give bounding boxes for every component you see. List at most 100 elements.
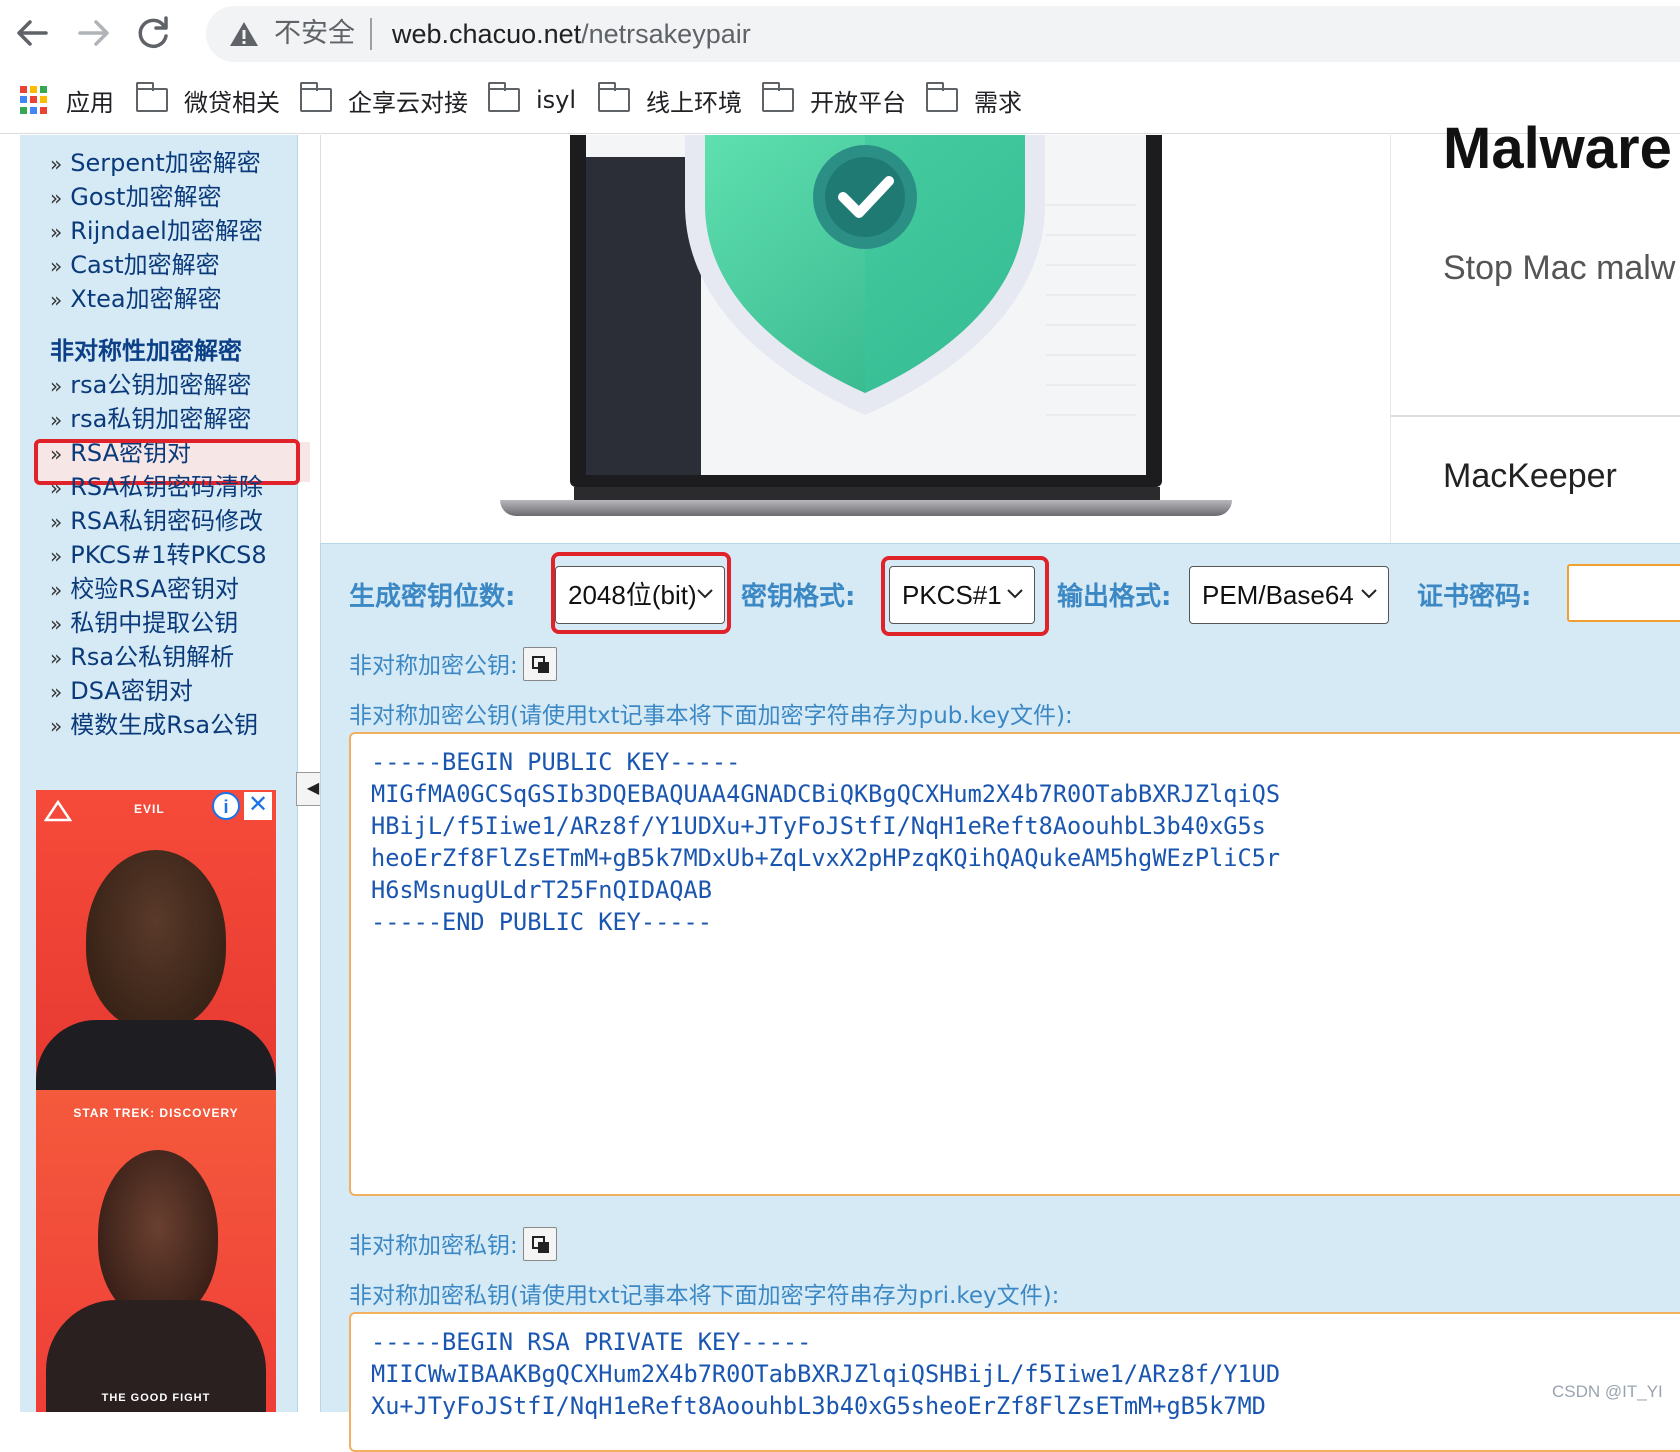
private-key-hint: 非对称加密私钥(请使用txt记事本将下面加密字符串存为pri.key文件): (349, 1283, 1060, 1309)
reload-icon[interactable] (128, 8, 178, 58)
sidebar-item-modulus-rsa[interactable]: » 模数生成Rsa公钥 (50, 705, 258, 740)
sidebar-ad[interactable]: EVIL STAR TREK: DISCOVERY THE GOOD FIGHT… (36, 790, 276, 1412)
ad-divider (1391, 415, 1680, 417)
public-key-title: 非对称加密公钥: (349, 653, 518, 679)
public-key-textarea[interactable]: -----BEGIN PUBLIC KEY----- MIGfMA0GCSqGS… (349, 732, 1680, 1196)
sidebar-item-label: Cast加密解密 (70, 251, 220, 279)
highlight-box-key-format (881, 556, 1049, 636)
laptop-list-lines (1046, 204, 1136, 416)
security-label[interactable]: 不安全 (274, 18, 355, 50)
sidebar-item-label: Serpent加密解密 (70, 149, 261, 177)
sidebar-item-rsa-public[interactable]: » rsa公钥加密解密 (50, 365, 251, 400)
sidebar-item-gost[interactable]: » Gost加密解密 (50, 177, 221, 212)
private-key-textarea[interactable]: -----BEGIN RSA PRIVATE KEY----- MIICWwIB… (349, 1312, 1680, 1452)
rsa-keypair-form: 生成密钥位数: 2048位(bit) 密钥格式: PKCS#1 输出格式: PE… (320, 543, 1680, 1452)
double-chevron-icon: » (50, 578, 63, 602)
output-format-value: PEM/Base64 (1202, 580, 1354, 610)
double-chevron-icon: » (50, 714, 63, 738)
double-chevron-icon: » (50, 220, 63, 244)
key-bits-label: 生成密钥位数: (349, 582, 516, 612)
copy-icon (532, 656, 549, 673)
ad-panel-top: EVIL (36, 790, 276, 1090)
folder-icon (135, 82, 168, 112)
public-key-hint: 非对称加密公钥(请使用txt记事本将下面加密字符串存为pub.key文件): (349, 703, 1073, 729)
ad-portrait-image (86, 850, 226, 1030)
copy-private-key-button[interactable] (523, 1227, 557, 1261)
sidebar-item-label: PKCS#1转PKCS8 (70, 541, 267, 569)
double-chevron-icon: » (50, 476, 63, 500)
bookmark-label: 开放平台 (810, 88, 906, 117)
sidebar-item-label: 校验RSA密钥对 (70, 575, 240, 603)
double-chevron-icon: » (50, 254, 63, 278)
double-chevron-icon: » (50, 510, 63, 534)
output-format-label: 输出格式: (1057, 582, 1172, 612)
bookmark-folder[interactable]: isyl (487, 80, 577, 120)
sidebar-item-rijndael[interactable]: » Rijndael加密解密 (50, 211, 263, 246)
ad-brand: MacKeeper (1443, 457, 1617, 495)
chevron-down-icon (1360, 567, 1378, 644)
bookmark-folder[interactable]: 线上环境 (597, 80, 742, 120)
ad-portrait-shoulders (36, 1020, 276, 1090)
url-text[interactable]: web.chacuo.net/netrsakeypair (392, 18, 751, 50)
bookmark-label: 微贷相关 (184, 88, 280, 117)
bookmark-folder[interactable]: 开放平台 (761, 80, 906, 120)
sidebar-item-rsa-pwd-change[interactable]: » RSA私钥密码修改 (50, 501, 263, 536)
sidebar-item-serpent[interactable]: » Serpent加密解密 (50, 143, 261, 178)
bookmark-label: isyl (536, 86, 577, 114)
bookmarks-bar: 应用 微贷相关 企享云对接 isyl 线上环境 开放平台 需求 (0, 66, 1680, 134)
double-chevron-icon: » (50, 186, 63, 210)
copy-icon (532, 1236, 549, 1253)
banner-ad-text-panel[interactable]: Malware Stop Mac malw MacKeeper (1390, 116, 1680, 543)
sidebar-item-label: Rijndael加密解密 (70, 217, 263, 245)
ad-close-icon[interactable]: ✕ (244, 792, 272, 820)
laptop-hinge (574, 487, 1160, 501)
bookmark-label: 企享云对接 (348, 88, 468, 117)
sidebar-item-label: DSA密钥对 (70, 677, 193, 705)
bookmark-folder[interactable]: 需求 (925, 80, 1022, 120)
sidebar-item-rsa-private[interactable]: » rsa私钥加密解密 (50, 399, 251, 434)
sidebar-item-rsa-pwd-clear[interactable]: » RSA私钥密码清除 (50, 467, 263, 502)
warning-triangle-icon (230, 22, 258, 46)
browser-toolbar: 不安全 web.chacuo.net/netrsakeypair (0, 0, 1680, 66)
bookmark-label: 应用 (66, 88, 114, 117)
sidebar-item-label: rsa公钥加密解密 (70, 371, 252, 399)
sidebar-item-cast[interactable]: » Cast加密解密 (50, 245, 220, 280)
address-bar[interactable]: 不安全 web.chacuo.net/netrsakeypair (206, 6, 1680, 62)
bookmark-label: 线上环境 (646, 88, 742, 117)
bookmark-apps[interactable]: 应用 (20, 80, 114, 120)
sidebar-item-label: RSA私钥密码清除 (70, 473, 264, 501)
ad-show-title: STAR TREK: DISCOVERY (73, 1106, 239, 1120)
bookmark-label: 需求 (974, 88, 1022, 117)
sidebar-item-verify-keypair[interactable]: » 校验RSA密钥对 (50, 569, 239, 604)
sidebar-item-dsa-keypair[interactable]: » DSA密钥对 (50, 671, 193, 706)
sidebar-item-extract-public[interactable]: » 私钥中提取公钥 (50, 603, 238, 638)
bookmark-folder[interactable]: 企享云对接 (299, 80, 468, 120)
cert-password-input[interactable] (1567, 564, 1680, 622)
url-path: /netrsakeypair (581, 19, 751, 49)
sidebar-item-label: rsa私钥加密解密 (70, 405, 252, 433)
output-format-select[interactable]: PEM/Base64 (1189, 566, 1389, 624)
folder-icon (487, 82, 520, 112)
folder-icon (299, 82, 332, 112)
sidebar-item-label: Gost加密解密 (70, 183, 222, 211)
ad-portrait-image (98, 1150, 218, 1320)
double-chevron-icon: » (50, 680, 63, 704)
sidebar-item-key-parse[interactable]: » Rsa公私钥解析 (50, 637, 234, 672)
sidebar-item-xtea[interactable]: » Xtea加密解密 (50, 279, 222, 314)
forward-arrow-icon[interactable] (68, 8, 118, 58)
ad-show-title: THE GOOD FIGHT (101, 1392, 211, 1404)
caret-left-icon: ◀ (306, 780, 320, 797)
folder-icon (597, 82, 630, 112)
double-chevron-icon: » (50, 646, 63, 670)
key-format-label: 密钥格式: (741, 582, 856, 612)
ad-brand-text: EVIL (134, 802, 165, 816)
laptop-base (500, 500, 1232, 516)
sidebar-item-pkcs1-to-pkcs8[interactable]: » PKCS#1转PKCS8 (50, 535, 267, 570)
double-chevron-icon: » (50, 374, 63, 398)
bookmark-folder[interactable]: 微贷相关 (135, 80, 280, 120)
ad-info-icon[interactable]: i (212, 792, 240, 820)
back-arrow-icon[interactable] (8, 8, 58, 58)
copy-public-key-button[interactable] (523, 647, 557, 681)
double-chevron-icon: » (50, 152, 63, 176)
sidebar-item-label: Xtea加密解密 (70, 285, 222, 313)
